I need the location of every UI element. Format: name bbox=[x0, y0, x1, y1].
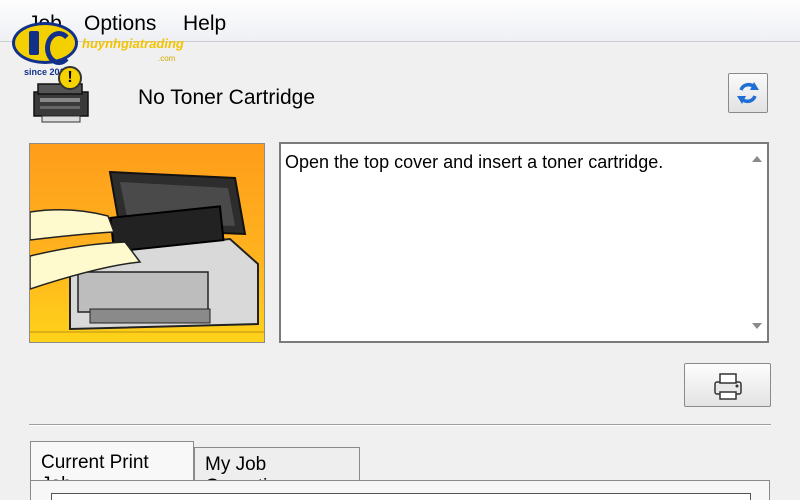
tab-current-print-job[interactable]: Current Print Job bbox=[30, 441, 194, 495]
refresh-button[interactable] bbox=[728, 73, 768, 113]
separator bbox=[29, 424, 771, 426]
print-button[interactable] bbox=[684, 363, 771, 407]
job-list[interactable] bbox=[51, 493, 751, 500]
scroll-up-arrow-icon[interactable] bbox=[752, 156, 762, 162]
logo-domain: .com bbox=[158, 54, 176, 63]
warning-icon: ! bbox=[58, 66, 82, 90]
refresh-icon bbox=[737, 82, 759, 104]
logo-name: huynhgiatrading bbox=[82, 36, 184, 51]
scroll-down-arrow-icon[interactable] bbox=[752, 323, 762, 329]
toner-install-illustration bbox=[29, 143, 265, 343]
logo-badge-icon bbox=[12, 22, 78, 65]
tab-panel bbox=[30, 480, 770, 500]
tab-my-job-operation[interactable]: My Job Operation bbox=[194, 447, 360, 497]
print-icon bbox=[714, 373, 742, 400]
message-textbox[interactable]: Open the top cover and insert a toner ca… bbox=[279, 142, 769, 343]
status-title: No Toner Cartridge bbox=[138, 86, 316, 109]
message-text: Open the top cover and insert a toner ca… bbox=[285, 152, 664, 172]
